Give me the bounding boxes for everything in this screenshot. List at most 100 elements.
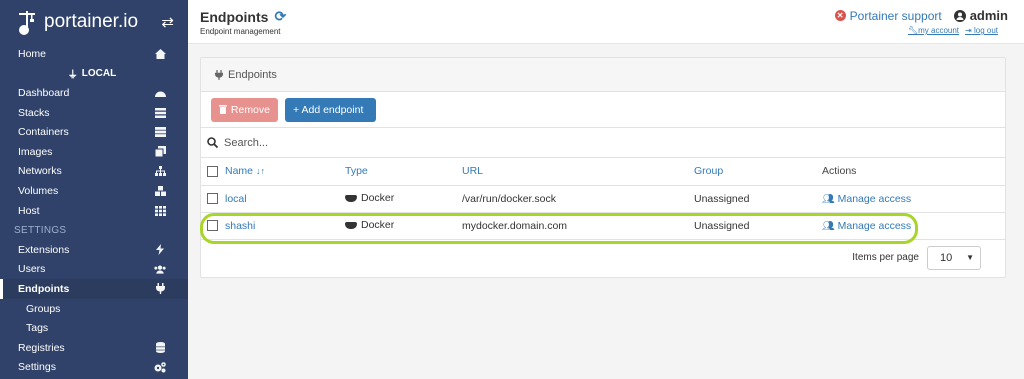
sidebar-item-dashboard[interactable]: Dashboard [0,83,188,103]
sidebar-item-settings[interactable]: Settings [0,358,188,378]
brand-name: portainer.io [44,11,139,32]
sidebar-item-endpoints[interactable]: Endpoints [0,279,188,299]
docker-icon [345,221,357,229]
column-group-label: Group [694,165,724,178]
my-account-link[interactable]: 🔧︎my account [908,26,959,35]
brand-header: portainer.io ⇄ [0,0,188,44]
search-icon [207,137,218,148]
log-out-link[interactable]: ⇥ log out [965,26,998,35]
endpoint-name-link[interactable]: shashi [225,220,255,232]
row-checkbox-cell [201,212,225,240]
pagination-footer: Items per page 10 ▼ [201,240,1005,276]
sort-icon: ↓↑ [255,166,265,177]
items-per-page-select[interactable]: 10 ▼ [927,245,981,270]
manage-access-label: Manage access [837,219,912,232]
column-type-label: Type [345,165,368,178]
endpoints-panel: Endpoints Remove + Add endpoint Name ↓↑ … [200,57,1006,278]
endpoint-url-cell: /var/run/docker.sock [462,185,694,213]
sidebar-item-containers[interactable]: Containers [0,122,188,142]
users-icon: 👥︎ [822,220,835,232]
sidebar-item-home[interactable]: Home [0,44,188,64]
column-header-actions: Actions [822,158,1005,186]
sidebar-item-label: Volumes [18,184,59,197]
sidebar-item-images[interactable]: Images [0,142,188,162]
sidebar-item-extensions[interactable]: Extensions [0,240,188,260]
select-all-checkbox[interactable] [207,165,218,177]
sidebar-item-label: Home [18,47,47,60]
items-per-page-value: 10 [940,251,953,264]
add-endpoint-button[interactable]: + Add endpoint [285,97,376,122]
username: admin [969,8,1008,23]
page-title-text: Endpoints [200,8,269,25]
user-menu: admin [953,8,1008,23]
th-icon [154,205,166,217]
sidebar-item-label: Stacks [18,106,50,119]
cogs-icon [154,361,166,373]
refresh-icon[interactable]: ⟳ [274,8,286,25]
search-input[interactable] [224,136,724,149]
sidebar-item-label: Tags [26,322,49,335]
row-checkbox[interactable] [207,220,218,232]
sidebar: portainer.io ⇄ Home ⏚ LOCAL Dashboard St… [0,0,188,379]
th-list-icon [154,107,166,119]
sidebar-item-label: Containers [18,126,69,139]
sidebar-item-label: Host [18,204,40,217]
endpoints-table: Name ↓↑ Type URL Group Actions local Doc… [201,158,1005,240]
sidebar-item-host[interactable]: Host [0,201,188,221]
search-bar [201,128,1005,158]
sitemap-icon [154,165,166,177]
sidebar-item-stacks[interactable]: Stacks [0,103,188,123]
column-actions-label: Actions [822,165,857,178]
users-icon [154,263,166,275]
endpoint-url-cell: mydocker.domain.com [462,212,694,240]
endpoint-actions-cell: 👥︎ Manage access [822,185,1005,213]
endpoint-type-cell: Docker [345,185,462,213]
account-links: 🔧︎my account ⇥ log out [908,26,998,35]
sidebar-item-label: Settings [18,361,56,374]
wrench-icon: 🔧︎ [907,26,919,35]
sidebar-item-label: Extensions [18,243,70,256]
sidebar-endpoint-name: ⏚ LOCAL [0,64,188,84]
caret-down-icon: ▼ [966,253,974,262]
sidebar-item-label: Registries [18,341,65,354]
panel-actions: Remove + Add endpoint [201,92,1005,128]
manage-access-link[interactable]: 👥︎ Manage access [822,220,911,232]
manage-access-link[interactable]: 👥︎ Manage access [822,193,911,205]
page-subtitle: Endpoint management [200,27,281,36]
log-out-label: log out [973,26,998,35]
column-header-type[interactable]: Type [345,158,462,186]
sidebar-item-label: Dashboard [18,86,70,99]
endpoint-type: Docker [361,192,395,205]
table-header-row: Name ↓↑ Type URL Group Actions [201,158,1005,186]
support-link[interactable]: ✕ Portainer support [834,9,942,23]
remove-button[interactable]: Remove [211,97,278,122]
sidebar-item-label: Groups [26,302,61,315]
column-url-label: URL [462,165,484,178]
docker-icon [345,194,357,202]
endpoint-group-cell: Unassigned [694,212,822,240]
support-icon: ✕ [834,10,846,21]
sidebar-item-tags[interactable]: Tags [0,318,188,338]
manage-access-label: Manage access [837,192,912,205]
bolt-icon [154,244,166,256]
table-row: shashi Docker mydocker.domain.com Unassi… [201,212,1005,240]
plug-icon [154,283,166,295]
sidebar-item-registries[interactable]: Registries [0,338,188,358]
portainer-logo[interactable]: portainer.io [16,9,161,35]
plug-icon: ⏚ [67,69,78,81]
endpoint-name-link[interactable]: local [225,193,247,205]
toggle-sidebar-icon[interactable]: ⇄ [161,13,174,31]
sidebar-item-volumes[interactable]: Volumes [0,181,188,201]
items-per-page-label: Items per page [852,252,919,263]
column-header-url[interactable]: URL [462,158,694,186]
page-header: Endpoints ⟳ Endpoint management ✕ Portai… [188,0,1024,44]
sidebar-item-users[interactable]: Users [0,260,188,280]
column-name-label: Name [225,165,254,178]
sidebar-item-networks[interactable]: Networks [0,162,188,182]
sidebar-item-groups[interactable]: Groups [0,299,188,319]
column-header-group[interactable]: Group [694,158,822,186]
row-checkbox-cell [201,185,225,213]
row-checkbox[interactable] [207,193,218,205]
column-header-name[interactable]: Name ↓↑ [225,158,345,186]
panel-title: Endpoints [228,68,277,81]
